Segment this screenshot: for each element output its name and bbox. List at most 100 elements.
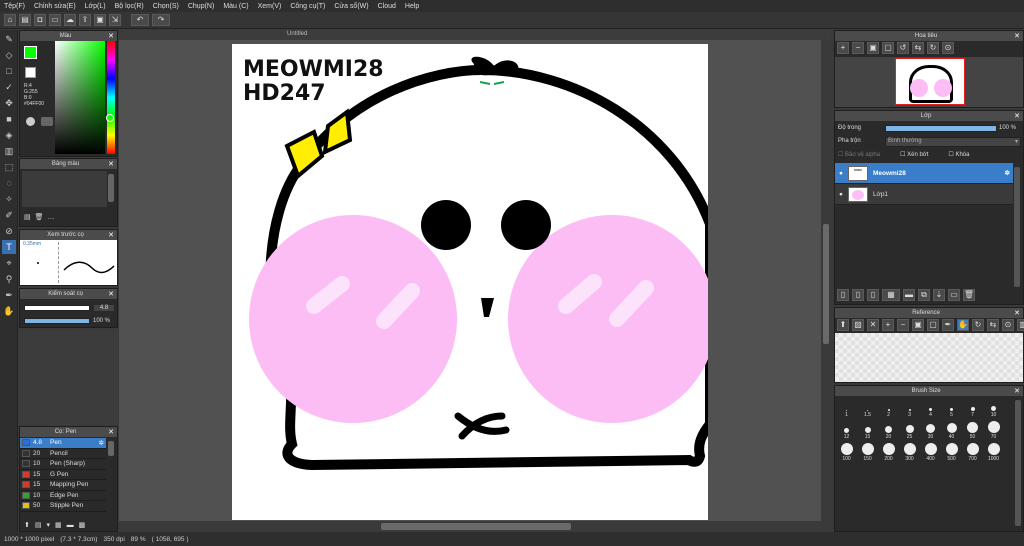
delete-layer-icon[interactable]: 🗑 [963,289,975,301]
fit-icon[interactable]: ▣ [867,42,879,54]
menu-filter[interactable]: Bộ lọc(R) [115,3,144,10]
size-slider[interactable] [24,305,90,311]
pen-settings-icon[interactable]: ▾ [47,521,51,529]
lasso-icon[interactable]: ◌ [2,176,16,190]
actual-size-icon[interactable]: ▢ [882,42,894,54]
ref-zoom-in-icon[interactable]: + [882,319,894,331]
protect-alpha-checkbox[interactable]: ☐ Bảo vệ alpha [838,151,880,158]
layer-opacity-slider[interactable] [885,125,997,132]
size-value[interactable]: 4.8 [94,305,114,311]
ref-eyedropper-icon[interactable]: ✒ [942,319,954,331]
magic-wand-icon[interactable]: ✧ [2,192,16,206]
layer-row[interactable]: ● ▭▭ Meowmi28 ✲ [835,163,1013,184]
brush-size-cell[interactable]: 400 [920,442,941,462]
redo-icon[interactable]: ↷ [152,14,170,26]
divide-icon[interactable]: ⌖ [2,256,16,270]
cloud-icon[interactable]: ☁ [64,14,76,26]
pen-list-item[interactable]: 15 Mapping Pen [20,480,106,491]
rotate-left-icon[interactable]: ↺ [897,42,909,54]
color-gradient-square[interactable] [55,41,105,154]
text-tool-icon[interactable]: T [2,240,16,254]
horizontal-scrollbar[interactable] [119,521,831,532]
brush-size-cell[interactable]: 70 [983,420,1004,440]
menu-layer[interactable]: Lớp(L) [85,3,106,10]
pen-list-item[interactable]: 50 Stipple Pen [20,501,106,512]
add-layer-menu-icon[interactable]: ▦ [882,289,900,301]
export-icon[interactable]: ⇲ [109,14,121,26]
close-icon[interactable]: ✕ [108,290,114,298]
pen-list-item[interactable]: 4.8 Pen ✲ [20,438,106,449]
navigator-viewport[interactable] [895,58,965,105]
flip-icon[interactable]: ⇆ [912,42,924,54]
blend-select[interactable]: Bình thường ▾ [885,137,1021,147]
share-icon[interactable]: ⇪ [79,14,91,26]
brush-size-cell[interactable]: 150 [857,442,878,462]
menu-capture[interactable]: Chụp(N) [188,3,214,10]
brush-size-cell[interactable]: 500 [941,442,962,462]
eraser-tool-icon[interactable]: ◇ [2,48,16,62]
primary-color-swatch[interactable] [24,46,37,59]
eyedropper-icon[interactable]: ⚲ [2,272,16,286]
palette-icon[interactable] [26,117,35,126]
reset-icon[interactable]: ⊙ [942,42,954,54]
brush-size-cell[interactable]: 7 [962,398,983,418]
menu-tools[interactable]: Công cụ(T) [290,3,325,10]
ref-rotate-icon[interactable]: ↻ [972,319,984,331]
more-icon[interactable]: … [48,214,55,221]
reference-view[interactable] [835,333,1023,382]
eye-icon[interactable]: ● [839,170,843,177]
layer-scrollbar[interactable] [1014,167,1020,287]
close-icon[interactable]: ✕ [108,428,114,436]
close-icon[interactable]: ✕ [108,231,114,239]
close-icon[interactable]: ✕ [1014,387,1020,395]
brush-size-cell[interactable]: 1.5 [857,398,878,418]
lock-checkbox[interactable]: ☐ Khóa [948,151,969,158]
pen-list-item[interactable]: 15 G Pen [20,470,106,480]
pen-duplicate-icon[interactable]: ▦ [55,521,62,529]
fill-rect-icon[interactable]: ■ [2,112,16,126]
gear-icon[interactable]: ✲ [1005,169,1013,177]
image-icon[interactable]: ▣ [94,14,106,26]
clear-layer-icon[interactable]: ▭ [948,289,960,301]
pen-list-item[interactable]: 20 Pencil [20,449,106,459]
ref-close-icon[interactable]: ✕ [867,319,879,331]
brush-size-cell[interactable]: 700 [962,442,983,462]
ref-lock-icon[interactable]: ▥ [1017,319,1024,331]
add-swatch-icon[interactable]: ▤ [24,213,31,221]
new-layer-icon[interactable]: ▯ [837,289,849,301]
brush-size-cell[interactable]: 200 [878,442,899,462]
pen-list-scrollbar[interactable] [108,441,114,456]
gradient-icon[interactable]: ▥ [2,144,16,158]
canvas-tab[interactable]: Untitled [287,31,307,37]
menu-edit[interactable]: Chỉnh sửa(E) [34,3,76,10]
close-icon[interactable]: ✕ [1014,309,1020,317]
ref-zoom-out-icon[interactable]: − [897,319,909,331]
brush-size-scrollbar[interactable] [1015,400,1021,526]
home-icon[interactable]: ⌂ [4,14,16,26]
brush-size-cell[interactable]: 2 [878,398,899,418]
menu-help[interactable]: Help [405,3,419,10]
brush-size-cell[interactable]: 5 [941,398,962,418]
brush-tool-icon[interactable]: ✎ [2,32,16,46]
pen-color-icon[interactable] [41,117,53,126]
menu-window[interactable]: Cửa sổ(W) [334,3,368,10]
vertical-scroll-thumb[interactable] [823,224,829,344]
brush-size-cell[interactable]: 10 [983,398,1004,418]
brush-size-cell[interactable]: 300 [899,442,920,462]
brush-size-cell[interactable]: 20 [878,420,899,440]
brush-size-cell[interactable]: 25 [899,420,920,440]
delete-swatch-icon[interactable]: 🗑 [35,213,44,221]
canvas-paper[interactable]: MEOWMI28 HD247 [232,44,708,520]
brush-size-cell[interactable]: 100 [836,442,857,462]
brush-size-cell[interactable]: 30 [920,420,941,440]
layer-row[interactable]: ● Lớp1 [835,184,1013,205]
navigator-preview[interactable] [835,57,1023,107]
hue-marker[interactable] [106,114,114,122]
menu-file[interactable]: Tệp(F) [4,3,25,10]
folder-icon[interactable]: ▬ [903,289,915,301]
zoom-out-icon[interactable]: − [852,42,864,54]
menu-view[interactable]: Xem(V) [258,3,282,10]
chat-icon[interactable]: ◘ [34,14,46,26]
merge-down-icon[interactable]: ⇣ [933,289,945,301]
brush-size-cell[interactable]: 40 [941,420,962,440]
